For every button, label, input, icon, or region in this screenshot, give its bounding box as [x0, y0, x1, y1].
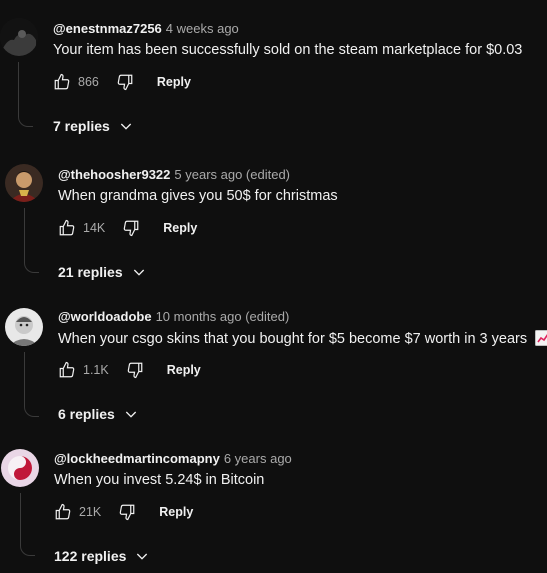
comment: @worldoadobe 10 months ago (edited) When … [0, 288, 547, 434]
thumbs-down-icon[interactable] [125, 360, 145, 380]
chevron-down-icon [133, 269, 144, 276]
author-handle[interactable]: @thehoosher9322 [58, 167, 170, 182]
avatar[interactable] [5, 308, 43, 346]
comment-header: @worldoadobe 10 months ago (edited) [58, 309, 289, 324]
like-count: 866 [78, 75, 99, 89]
comment-actions: 866 Reply [52, 70, 191, 94]
reply-button[interactable]: Reply [157, 75, 191, 89]
comment: @thehoosher9322 5 years ago (edited) When… [0, 146, 547, 292]
timestamp[interactable]: 5 years ago (edited) [174, 167, 290, 182]
chevron-down-icon [137, 553, 148, 560]
thumbs-up-icon[interactable] [57, 360, 77, 380]
reply-button[interactable]: Reply [159, 505, 193, 519]
author-handle[interactable]: @enestnmaz7256 [53, 21, 162, 36]
comment-actions: 21K Reply [53, 500, 193, 524]
replies-count: 7 replies [53, 118, 110, 134]
chevron-down-icon [125, 411, 136, 418]
like-count: 14K [83, 221, 106, 235]
thread-line [18, 62, 33, 127]
view-replies-button[interactable]: 122 replies [54, 548, 150, 564]
comment: @enestnmaz7256 4 weeks ago Your item has … [0, 0, 547, 146]
thumbs-up-icon[interactable] [53, 502, 73, 522]
chevron-down-icon [120, 123, 131, 130]
thumbs-up-icon[interactable] [57, 218, 77, 238]
timestamp[interactable]: 6 years ago [224, 451, 292, 466]
like-count: 1.1K [83, 363, 109, 377]
replies-count: 122 replies [54, 548, 127, 564]
replies-count: 21 replies [58, 264, 123, 280]
view-replies-button[interactable]: 6 replies [58, 406, 139, 422]
author-handle[interactable]: @lockheedmartincomapny [54, 451, 220, 466]
view-replies-button[interactable]: 21 replies [58, 264, 147, 280]
comment-header: @lockheedmartincomapny 6 years ago [54, 451, 292, 466]
avatar[interactable] [5, 164, 43, 202]
comment-actions: 1.1K Reply [57, 358, 201, 382]
timestamp[interactable]: 10 months ago (edited) [156, 309, 290, 324]
thumbs-down-icon[interactable] [115, 72, 135, 92]
thumbs-down-icon[interactable] [121, 218, 141, 238]
comment-text: When grandma gives you 50$ for christmas [58, 188, 338, 204]
comment-text: When you invest 5.24$ in Bitcoin [54, 472, 265, 488]
comment-text-content: When your csgo skins that you bought for… [58, 331, 528, 347]
replies-count: 6 replies [58, 406, 115, 422]
view-replies-button[interactable]: 7 replies [53, 118, 134, 134]
author-handle[interactable]: @worldoadobe [58, 309, 152, 324]
thumbs-down-icon[interactable] [117, 502, 137, 522]
thread-line [20, 493, 35, 556]
comment: @lockheedmartincomapny 6 years ago When y… [0, 430, 547, 573]
avatar[interactable] [1, 449, 39, 487]
timestamp[interactable]: 4 weeks ago [166, 21, 239, 36]
reply-button[interactable]: Reply [167, 363, 201, 377]
reply-button[interactable]: Reply [163, 221, 197, 235]
comment-text: When your csgo skins that you bought for… [58, 330, 547, 347]
comment-header: @enestnmaz7256 4 weeks ago [53, 21, 239, 36]
thumbs-up-icon[interactable] [52, 72, 72, 92]
like-count: 21K [79, 505, 102, 519]
thread-line [24, 352, 39, 417]
thread-line [24, 208, 39, 273]
comment-header: @thehoosher9322 5 years ago (edited) [58, 167, 290, 182]
comment-text: Your item has been successfully sold on … [53, 42, 523, 58]
chart-increasing-icon [535, 330, 547, 346]
comment-actions: 14K Reply [57, 216, 197, 240]
avatar[interactable] [0, 18, 38, 56]
